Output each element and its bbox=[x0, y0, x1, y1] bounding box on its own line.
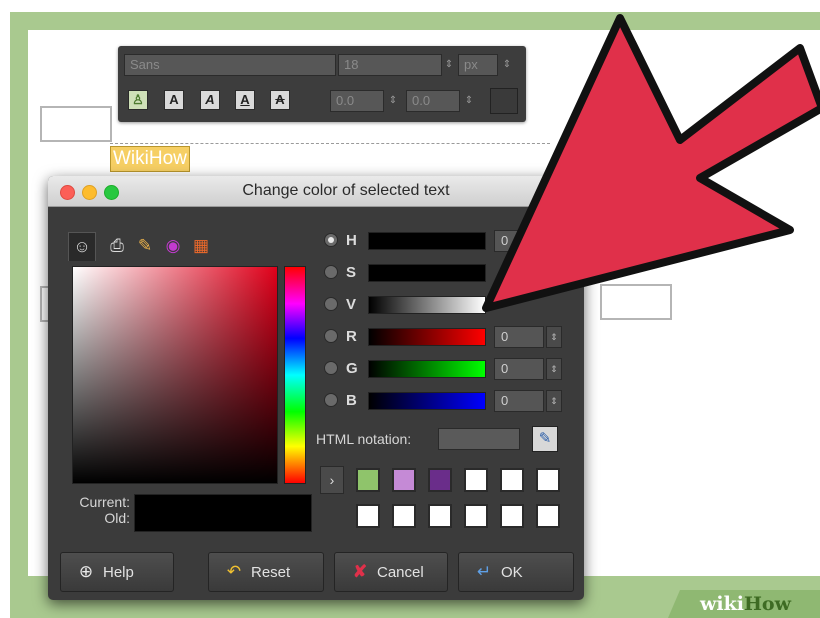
channel-label: R bbox=[346, 328, 357, 345]
unit-select[interactable]: px bbox=[458, 54, 498, 76]
slider-b[interactable] bbox=[368, 392, 486, 410]
watermark: wikiHow bbox=[700, 592, 791, 616]
reset-icon: ↶ bbox=[226, 562, 242, 581]
cancel-icon: ✘ bbox=[352, 562, 368, 581]
printer-icon[interactable]: ⎙ bbox=[104, 232, 130, 260]
reset-label: Reset bbox=[251, 564, 291, 581]
value-g-spinner-icon[interactable]: ⇕ bbox=[546, 358, 562, 380]
palette-icon[interactable]: ▦ bbox=[188, 232, 214, 260]
color-picker-icon[interactable]: ✎ bbox=[532, 426, 558, 452]
slider-r[interactable] bbox=[368, 328, 486, 346]
help-button[interactable]: ⊕ Help bbox=[60, 552, 174, 592]
kerning-field[interactable]: 0.0 bbox=[406, 90, 460, 112]
cancel-label: Cancel bbox=[377, 564, 424, 581]
watermark-part2: How bbox=[743, 593, 791, 615]
baseline-spinner-icon[interactable]: ⇕ bbox=[386, 90, 400, 112]
unit-spinner-icon[interactable]: ⇕ bbox=[500, 54, 514, 76]
ok-icon: ↵ bbox=[476, 562, 492, 581]
channel-label: G bbox=[346, 360, 358, 377]
slider-v[interactable] bbox=[368, 296, 486, 314]
baseline-field[interactable]: 0.0 bbox=[330, 90, 384, 112]
history-swatch[interactable] bbox=[536, 504, 560, 528]
ok-button[interactable]: ↵ OK bbox=[458, 552, 574, 592]
color-wheel-icon[interactable]: ◉ bbox=[160, 232, 186, 260]
ok-label: OK bbox=[501, 564, 523, 581]
cancel-button[interactable]: ✘ Cancel bbox=[334, 552, 448, 592]
current-old-label: Current: Old: bbox=[60, 494, 130, 526]
slider-g[interactable] bbox=[368, 360, 486, 378]
channel-label: S bbox=[346, 264, 357, 281]
radio-v[interactable] bbox=[324, 297, 338, 311]
history-swatch[interactable] bbox=[500, 468, 524, 492]
selected-text[interactable]: WikiHow bbox=[110, 146, 190, 172]
reset-button[interactable]: ↶ Reset bbox=[208, 552, 324, 592]
slider-h[interactable] bbox=[368, 232, 486, 250]
help-icon: ⊕ bbox=[78, 562, 94, 581]
channel-label: B bbox=[346, 392, 357, 409]
saturation-value-square[interactable] bbox=[72, 266, 278, 484]
value-b-spinner-icon[interactable]: ⇕ bbox=[546, 390, 562, 412]
channel-label: H bbox=[346, 232, 357, 249]
hue-strip[interactable] bbox=[284, 266, 306, 484]
kerning-spinner-icon[interactable]: ⇕ bbox=[462, 90, 476, 112]
value-g[interactable]: 0 bbox=[494, 358, 544, 380]
value-b[interactable]: 0 bbox=[494, 390, 544, 412]
html-notation-label: HTML notation: bbox=[316, 431, 412, 447]
history-swatch[interactable] bbox=[464, 468, 488, 492]
history-swatch[interactable] bbox=[428, 468, 452, 492]
value-r-spinner-icon[interactable]: ⇕ bbox=[546, 326, 562, 348]
slider-s[interactable] bbox=[368, 264, 486, 282]
dialog-titlebar: Change color of selected text bbox=[48, 176, 584, 207]
old-label: Old: bbox=[104, 510, 130, 526]
radio-b[interactable] bbox=[324, 393, 338, 407]
italic-icon[interactable]: A bbox=[200, 90, 220, 110]
text-box-outline bbox=[110, 143, 550, 144]
font-size-spinner-icon[interactable]: ⇕ bbox=[442, 54, 456, 76]
value-r[interactable]: 0 bbox=[494, 326, 544, 348]
color-dialog: Change color of selected text ☺ ⎙ ✎ ◉ ▦ … bbox=[48, 176, 584, 600]
bold-icon[interactable]: A bbox=[164, 90, 184, 110]
watermark-part1: wiki bbox=[700, 593, 744, 615]
radio-r[interactable] bbox=[324, 329, 338, 343]
history-swatch[interactable] bbox=[536, 468, 560, 492]
gimp-icon[interactable]: ☺ bbox=[68, 232, 96, 261]
font-field[interactable]: Sans bbox=[124, 54, 336, 76]
channel-label: V bbox=[346, 296, 357, 313]
history-expand-icon[interactable]: › bbox=[320, 466, 344, 494]
strikethrough-icon[interactable]: A bbox=[270, 90, 290, 110]
text-box-handle[interactable] bbox=[40, 106, 112, 142]
brush-icon[interactable]: ✎ bbox=[132, 232, 158, 260]
font-size-field[interactable]: 18 bbox=[338, 54, 442, 76]
current-label: Current: bbox=[79, 494, 130, 510]
text-box-handle-right[interactable] bbox=[600, 284, 672, 320]
html-notation-input[interactable] bbox=[438, 428, 520, 450]
history-swatch[interactable] bbox=[500, 504, 524, 528]
history-swatch[interactable] bbox=[356, 504, 380, 528]
radio-g[interactable] bbox=[324, 361, 338, 375]
underline-icon[interactable]: A bbox=[235, 90, 255, 110]
history-swatch[interactable] bbox=[392, 504, 416, 528]
text-color-swatch[interactable] bbox=[490, 88, 518, 114]
history-swatch[interactable] bbox=[392, 468, 416, 492]
dialog-title: Change color of selected text bbox=[242, 182, 450, 199]
help-label: Help bbox=[103, 564, 134, 581]
value-h[interactable]: 0 bbox=[494, 230, 544, 252]
clean-style-icon[interactable]: ♙ bbox=[128, 90, 148, 110]
history-swatch[interactable] bbox=[464, 504, 488, 528]
minimize-icon[interactable] bbox=[82, 185, 97, 200]
history-swatch[interactable] bbox=[428, 504, 452, 528]
history-swatch[interactable] bbox=[356, 468, 380, 492]
radio-h[interactable] bbox=[324, 233, 338, 247]
close-icon[interactable] bbox=[60, 185, 75, 200]
radio-s[interactable] bbox=[324, 265, 338, 279]
current-color-swatch bbox=[134, 494, 312, 532]
